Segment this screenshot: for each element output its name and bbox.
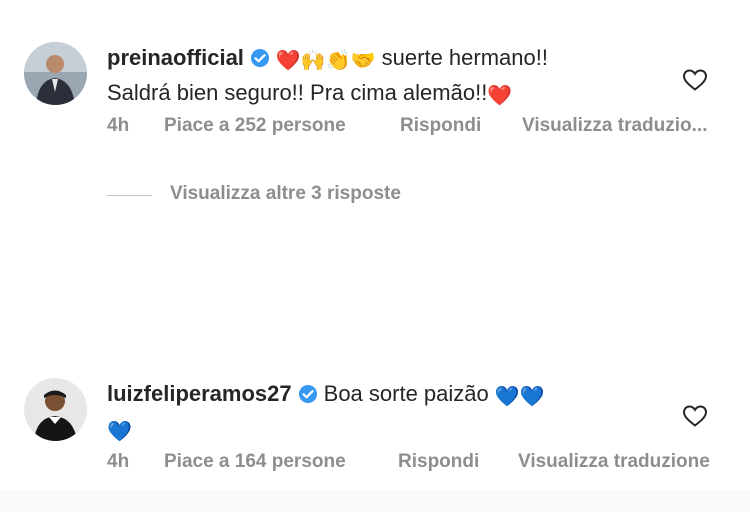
comment-body-line2: Saldrá bien seguro!! Pra cima alemão!! xyxy=(107,80,488,105)
comment-emojis: ❤️🙌👏🤝 xyxy=(275,50,376,72)
avatar-image xyxy=(24,42,87,105)
translate-button[interactable]: Visualizza traduzione xyxy=(518,451,710,473)
timestamp: 4h xyxy=(107,115,130,136)
timestamp: 4h xyxy=(107,451,130,472)
username[interactable]: luizfeliperamos27 xyxy=(107,381,292,406)
like-button[interactable] xyxy=(682,68,708,92)
likes-count[interactable]: Piace a 164 persone xyxy=(164,451,346,473)
heart-emoji: ❤️ xyxy=(487,85,513,107)
comment-text: luizfeliperamos27 Boa sorte paizão 💙💙 💙 xyxy=(107,378,647,448)
bottom-strip xyxy=(0,490,750,512)
translate-button[interactable]: Visualizza traduzio... xyxy=(522,115,707,137)
comment-body-line1: suerte hermano!! xyxy=(381,45,548,70)
avatar[interactable] xyxy=(24,378,87,441)
divider xyxy=(107,195,152,196)
comment-body-line1: Boa sorte paizão xyxy=(323,381,489,406)
reply-button[interactable]: Rispondi xyxy=(400,115,481,137)
like-button[interactable] xyxy=(682,404,708,428)
likes-count[interactable]: Piace a 252 persone xyxy=(164,115,346,137)
heart-outline-icon xyxy=(682,69,708,91)
reply-button[interactable]: Rispondi xyxy=(398,451,479,473)
verified-badge-icon xyxy=(250,49,269,67)
comment-text: preinaofficial ❤️🙌👏🤝 suerte hermano!! Sa… xyxy=(107,42,647,112)
blue-heart-emojis: 💙💙 xyxy=(494,386,545,408)
blue-heart-emoji: 💙 xyxy=(107,421,132,443)
verified-badge-icon xyxy=(298,385,317,403)
avatar-image xyxy=(24,378,87,441)
comment-meta: 4h Piace a 164 persone Rispondi Visualiz… xyxy=(107,451,747,475)
heart-outline-icon xyxy=(682,405,708,427)
avatar[interactable] xyxy=(24,42,87,105)
view-replies-label: Visualizza altre 3 risposte xyxy=(170,183,401,204)
comment-meta: 4h Piace a 252 persone Rispondi Visualiz… xyxy=(107,115,747,139)
username[interactable]: preinaofficial xyxy=(107,45,244,70)
